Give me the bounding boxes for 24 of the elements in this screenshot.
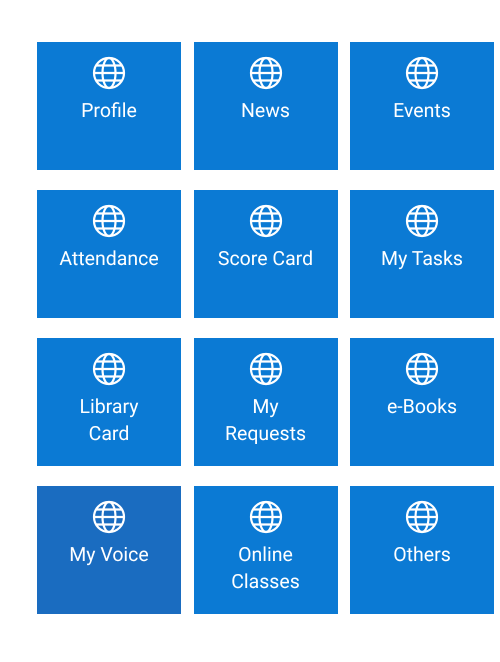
- globe-icon: [92, 500, 126, 534]
- globe-icon: [92, 204, 126, 238]
- menu-tile[interactable]: Profile: [37, 42, 181, 170]
- globe-icon: [405, 56, 439, 90]
- globe-icon: [92, 56, 126, 90]
- menu-tile[interactable]: Library Card: [37, 338, 181, 466]
- globe-icon: [248, 352, 282, 386]
- globe-icon: [248, 500, 282, 534]
- menu-tile[interactable]: News: [194, 42, 338, 170]
- menu-tile[interactable]: Online Classes: [194, 486, 338, 614]
- menu-tile[interactable]: Attendance: [37, 190, 181, 318]
- globe-icon: [405, 352, 439, 386]
- menu-tile[interactable]: Others: [350, 486, 494, 614]
- menu-tile[interactable]: Score Card: [194, 190, 338, 318]
- menu-tile[interactable]: My Requests: [194, 338, 338, 466]
- menu-tile[interactable]: My Tasks: [350, 190, 494, 318]
- globe-icon: [248, 204, 282, 238]
- globe-icon: [248, 56, 282, 90]
- globe-icon: [92, 352, 126, 386]
- globe-icon: [405, 204, 439, 238]
- menu-tile[interactable]: e-Books: [350, 338, 494, 466]
- menu-tile[interactable]: My Voice: [37, 486, 181, 614]
- globe-icon: [405, 500, 439, 534]
- menu-tile[interactable]: Events: [350, 42, 494, 170]
